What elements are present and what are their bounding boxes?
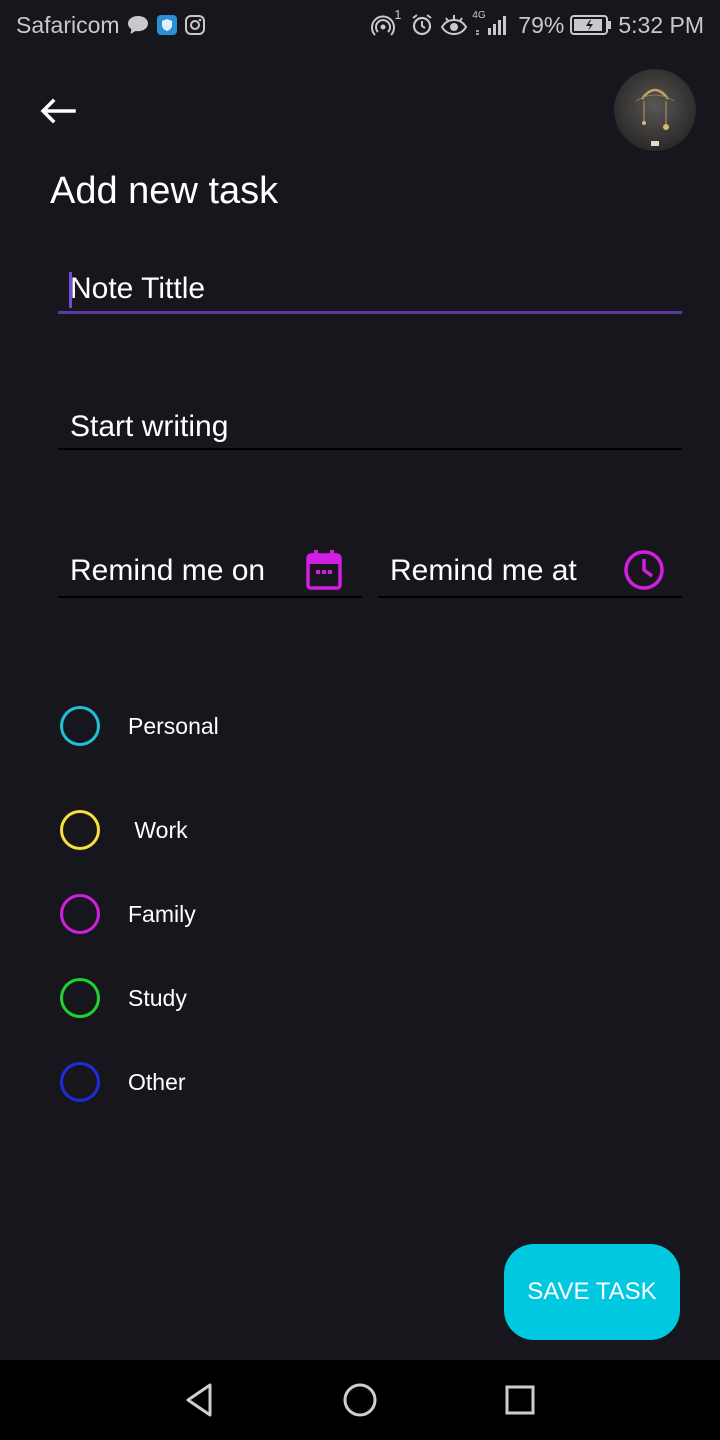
hotspot-icon: 1 xyxy=(370,7,402,37)
category-other[interactable]: Other xyxy=(60,1060,186,1104)
system-nav-bar xyxy=(0,1360,720,1440)
radio-circle-icon[interactable] xyxy=(60,706,100,746)
arrow-left-icon xyxy=(40,98,76,124)
notification-count: 1 xyxy=(394,7,402,22)
clock-time: 5:32 PM xyxy=(618,11,704,38)
battery-icon xyxy=(570,14,612,36)
carrier-name: Safaricom xyxy=(16,11,120,38)
status-right: 1 4G 79% 5:32 PM xyxy=(370,7,704,40)
network-type: 4G xyxy=(472,10,486,21)
remind-time-field[interactable] xyxy=(378,546,682,598)
save-task-button[interactable]: SAVE TASK xyxy=(504,1244,680,1340)
category-label: Other xyxy=(128,1068,186,1095)
category-label: Personal xyxy=(128,712,219,739)
radio-circle-icon[interactable] xyxy=(60,894,100,934)
signal-icon: 4G xyxy=(472,10,512,37)
remind-date-input[interactable] xyxy=(70,552,290,590)
battery-percent: 79% xyxy=(518,11,565,38)
text-cursor xyxy=(69,272,72,308)
category-label: Study xyxy=(128,984,187,1011)
nav-home-button[interactable] xyxy=(338,1378,382,1422)
description-field[interactable] xyxy=(58,404,682,450)
home-circle-icon xyxy=(343,1383,377,1417)
category-label: Family xyxy=(128,900,196,927)
back-button[interactable] xyxy=(30,88,86,134)
chat-bubble-icon xyxy=(126,14,150,36)
category-work[interactable]: Work xyxy=(60,808,188,852)
category-label: Work xyxy=(128,816,188,843)
category-personal[interactable]: Personal xyxy=(60,704,219,748)
nav-back-button[interactable] xyxy=(178,1378,222,1422)
avatar[interactable] xyxy=(614,69,696,151)
status-bar: Safaricom 1 4G 79% 5:32 PM xyxy=(0,0,720,50)
profile-avatar-image xyxy=(614,69,696,151)
calendar-icon[interactable] xyxy=(302,548,346,592)
back-triangle-icon xyxy=(186,1383,212,1417)
status-left: Safaricom xyxy=(16,10,206,40)
eye-comfort-icon xyxy=(440,13,468,37)
instagram-icon xyxy=(184,14,206,36)
radio-circle-icon[interactable] xyxy=(60,1062,100,1102)
category-family[interactable]: Family xyxy=(60,892,196,936)
clock-icon[interactable] xyxy=(622,548,666,592)
description-input[interactable] xyxy=(70,408,670,446)
shield-app-icon xyxy=(156,14,178,36)
alarm-icon xyxy=(410,13,434,37)
remind-time-input[interactable] xyxy=(390,552,610,590)
recents-square-icon xyxy=(505,1385,535,1415)
radio-circle-icon[interactable] xyxy=(60,978,100,1018)
radio-circle-icon[interactable] xyxy=(60,810,100,850)
category-study[interactable]: Study xyxy=(60,976,187,1020)
remind-date-field[interactable] xyxy=(58,546,362,598)
note-title-field[interactable] xyxy=(58,266,682,314)
page-title: Add new task xyxy=(50,170,279,212)
note-title-input[interactable] xyxy=(70,270,670,308)
nav-recents-button[interactable] xyxy=(498,1378,542,1422)
